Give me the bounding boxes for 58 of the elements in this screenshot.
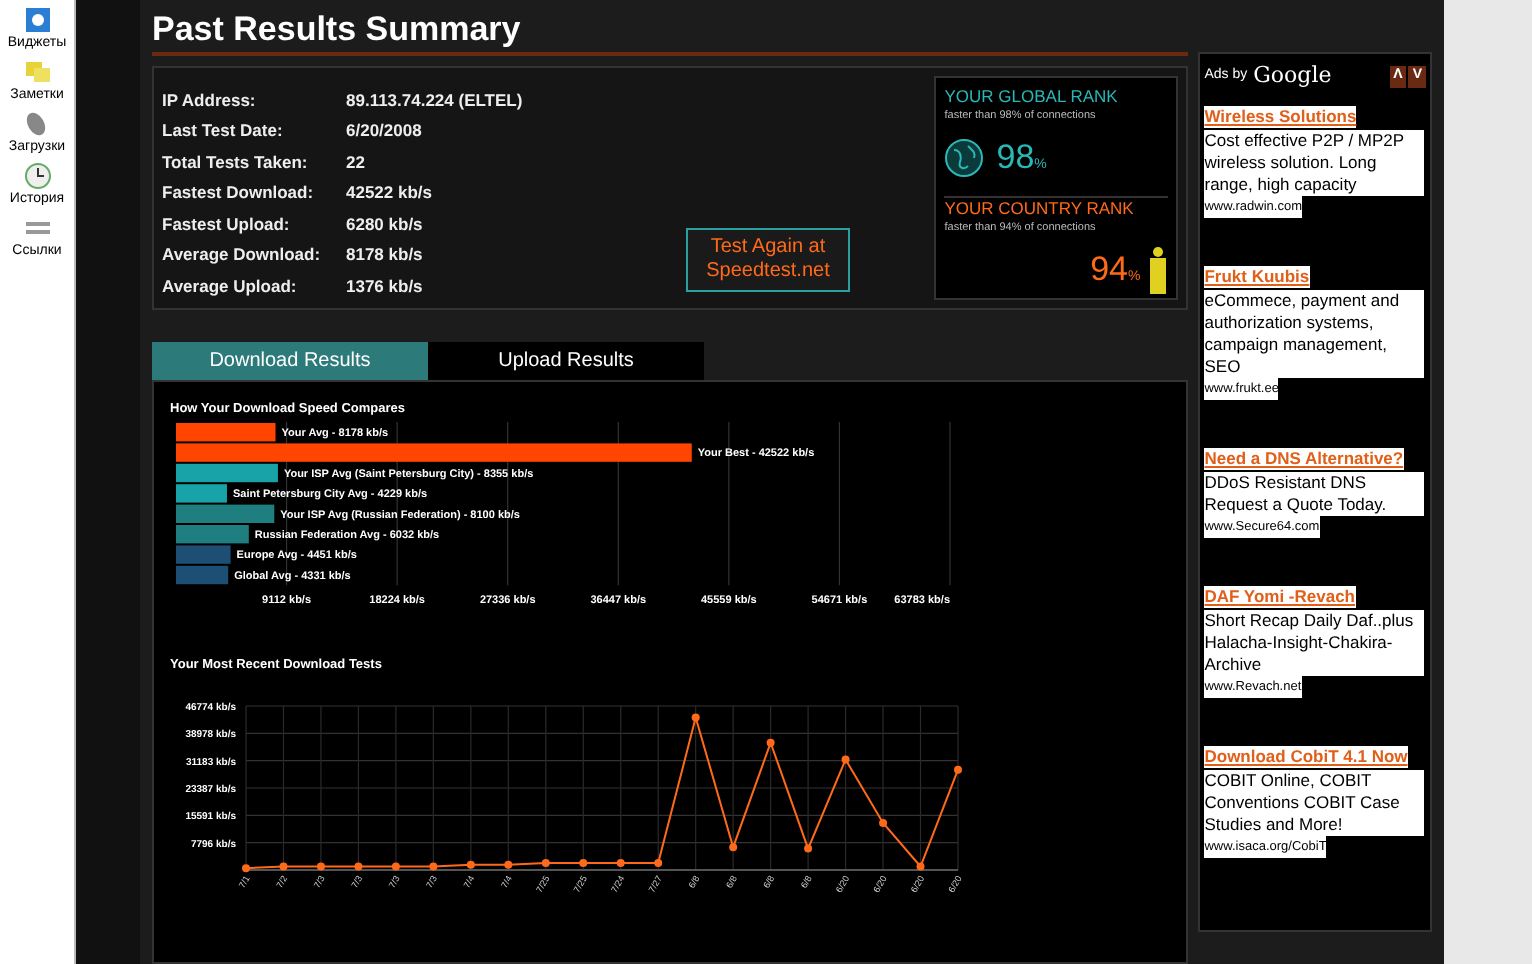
- point: [766, 738, 775, 747]
- point: [916, 862, 925, 871]
- ad-link[interactable]: Wireless Solutions: [1204, 105, 1357, 127]
- summary-label: Fastest Upload:: [162, 211, 292, 238]
- test-again-button[interactable]: Test Again at Speedtest.net: [686, 228, 850, 292]
- summary-value: 6/20/2008: [346, 118, 424, 145]
- ad-link[interactable]: Need a DNS Alternative?: [1204, 447, 1404, 469]
- point: [879, 819, 888, 828]
- summary-value: 1376 kb/s: [346, 273, 425, 300]
- globe-icon: [944, 137, 985, 178]
- rank-title: YOUR GLOBAL RANK: [944, 86, 1120, 108]
- summary-value: 42522 kb/s: [346, 180, 435, 207]
- summary-label: Average Download:: [162, 242, 323, 269]
- page-title: Past Results Summary: [152, 12, 1189, 56]
- point: [579, 858, 588, 867]
- summary-label: Total Tests Taken:: [162, 149, 310, 176]
- point: [429, 862, 438, 871]
- ad-text: Short Recap Daily Daf..plus Halacha-Insight-Chakira-Archive: [1204, 609, 1425, 675]
- summary-label: Last Test Date:: [162, 118, 285, 145]
- ad-link[interactable]: Frukt Kuubis: [1204, 265, 1310, 287]
- point: [316, 862, 325, 871]
- point: [504, 860, 513, 869]
- bar: [176, 545, 231, 564]
- ad-link[interactable]: DAF Yomi -Revach: [1204, 585, 1355, 607]
- bar: [176, 525, 249, 544]
- ad-text: COBIT Online, COBIT Conventions COBIT Case Studies and More!: [1204, 769, 1425, 835]
- ad-text: DDoS Resistant DNS Request a Quote Today.: [1204, 471, 1425, 515]
- bar: [176, 565, 229, 585]
- point: [841, 755, 850, 764]
- point: [466, 860, 475, 869]
- point: [279, 862, 288, 871]
- point: [541, 858, 550, 867]
- point: [391, 862, 400, 871]
- point: [654, 858, 663, 867]
- summary-label: Average Upload:: [162, 273, 299, 300]
- point: [954, 765, 962, 774]
- person-figure-icon: [1148, 245, 1169, 294]
- ad-link[interactable]: Download CobiT 4.1 Now: [1204, 745, 1408, 767]
- point: [242, 864, 250, 873]
- point: [354, 862, 363, 871]
- summary-value: 6280 kb/s: [346, 211, 425, 238]
- point: [616, 858, 625, 867]
- ad-text: Cost effective P2P / MP2P wireless solution. Long range, high capacity: [1204, 129, 1425, 195]
- tab[interactable]: Upload Results: [428, 342, 704, 380]
- ad-text: eCommece, payment and authorization systems, campaign management, SEO: [1204, 289, 1425, 377]
- widget-icon[interactable]: [23, 6, 51, 34]
- point: [691, 713, 700, 722]
- point: [804, 844, 813, 853]
- ads-brand: Google: [1253, 60, 1332, 92]
- tab[interactable]: Download Results: [152, 342, 428, 380]
- summary-label: Fastest Download:: [162, 180, 316, 207]
- summary-value: 8178 kb/s: [346, 242, 425, 269]
- summary-value: 22: [346, 149, 367, 176]
- point: [729, 843, 738, 852]
- clock-icon[interactable]: [23, 162, 51, 190]
- summary-value: 89.113.74.224 (ELTEL): [346, 88, 525, 114]
- rank-title: YOUR COUNTRY RANK: [944, 198, 1136, 220]
- summary-label: IP Address:: [162, 88, 258, 114]
